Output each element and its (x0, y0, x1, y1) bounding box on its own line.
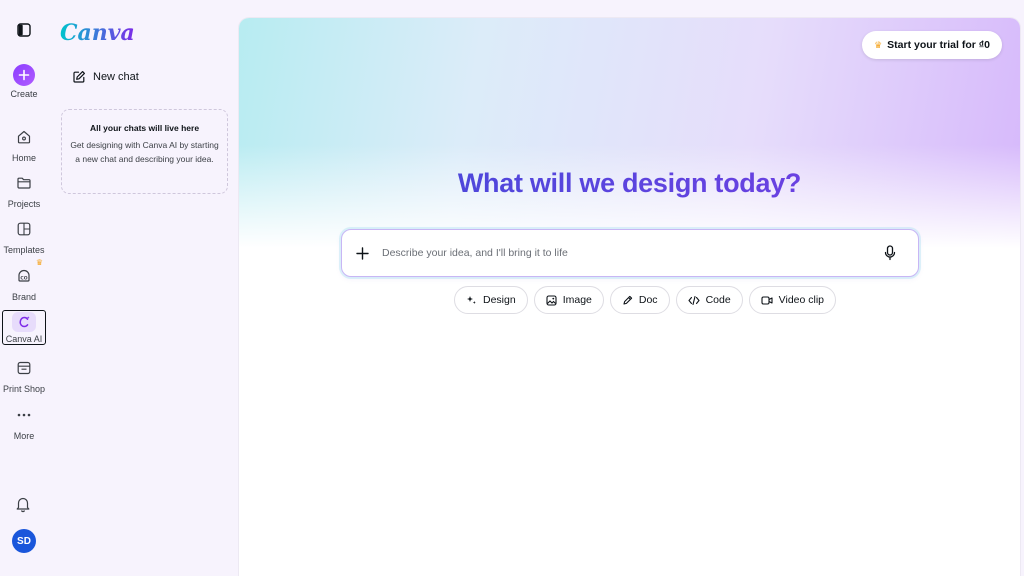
bell-icon (16, 497, 30, 513)
store-icon (11, 355, 37, 381)
left-rail: Create Home Projects Templates CO ♛ Bran… (0, 0, 48, 576)
chip-label: Design (483, 294, 516, 306)
templates-icon (11, 216, 37, 242)
video-icon (761, 295, 773, 305)
canva-logo[interactable]: Canva (60, 20, 135, 46)
sidebar-item-label: Brand (11, 292, 37, 302)
pen-icon (623, 295, 633, 305)
sidebar-item-label: Canva AI (5, 334, 43, 344)
sidebar-item-canva-ai[interactable]: Canva AI (2, 310, 46, 345)
chip-label: Doc (638, 294, 658, 306)
sidebar-item-label: More (13, 431, 35, 441)
chats-empty-state: All your chats will live here Get design… (61, 109, 228, 194)
sidebar-toggle-icon (17, 23, 31, 37)
edit-icon (73, 71, 85, 83)
plus-icon (13, 64, 35, 86)
prompt-input[interactable] (382, 230, 884, 276)
sidebar-item-label: Templates (3, 245, 45, 255)
plus-icon (356, 246, 369, 260)
chip-video-clip[interactable]: Video clip (748, 286, 837, 314)
sidebar-item-templates[interactable]: Templates (0, 216, 48, 255)
sidebar-item-label: Create (10, 89, 38, 99)
sidebar-item-label: Projects (7, 199, 41, 209)
folder-icon (11, 170, 37, 196)
chip-doc[interactable]: Doc (609, 286, 670, 314)
chats-empty-description: Get designing with Canva AI by starting … (70, 140, 219, 164)
chats-empty-title: All your chats will live here (89, 123, 200, 133)
page-title: What will we design today? (239, 168, 1020, 199)
brand-icon: CO ♛ (11, 258, 43, 289)
chip-label: Image (562, 294, 592, 306)
sidebar-item-create[interactable]: Create (0, 64, 48, 99)
home-icon (11, 124, 37, 150)
canva-ai-icon (12, 312, 36, 332)
sidebar-item-projects[interactable]: Projects (0, 170, 48, 209)
new-chat-label: New chat (93, 71, 139, 83)
notifications-button[interactable] (15, 495, 31, 518)
suggestion-chips: Design Image Doc Code Video clip (454, 286, 837, 314)
sidebar-item-label: Home (11, 153, 36, 163)
sidebar-item-print-shop[interactable]: Print Shop (0, 355, 48, 394)
new-chat-button[interactable]: New chat (72, 70, 139, 84)
sidebar-item-label: Print Shop (2, 384, 46, 394)
more-dots-icon (11, 402, 37, 428)
sparkle-icon (467, 295, 476, 304)
crown-icon: ♛ (35, 258, 43, 267)
sidebar-toggle-button[interactable] (16, 22, 32, 38)
sidebar-item-brand[interactable]: CO ♛ Brand (0, 258, 48, 302)
crown-icon: ♛ (874, 39, 883, 50)
microphone-icon (884, 245, 896, 261)
chip-image[interactable]: Image (533, 286, 604, 314)
svg-text:CO: CO (20, 276, 27, 282)
avatar[interactable]: SD (12, 529, 36, 553)
microphone-button[interactable] (884, 245, 902, 261)
sidebar-item-home[interactable]: Home (0, 124, 48, 163)
chip-label: Video clip (778, 294, 825, 306)
chip-design[interactable]: Design (454, 286, 528, 314)
chip-code[interactable]: Code (675, 286, 743, 314)
add-attachment-button[interactable] (356, 246, 374, 260)
chip-label: Code (705, 294, 731, 306)
sidebar-item-more[interactable]: More (0, 402, 48, 441)
start-trial-button[interactable]: ♛ Start your trial for ₫0 (862, 31, 1002, 59)
image-icon (546, 294, 557, 306)
start-trial-label: Start your trial for ₫0 (887, 39, 990, 51)
prompt-box (341, 229, 919, 277)
main-canvas: ♛ Start your trial for ₫0 What will we d… (239, 18, 1020, 576)
code-icon (688, 295, 700, 305)
